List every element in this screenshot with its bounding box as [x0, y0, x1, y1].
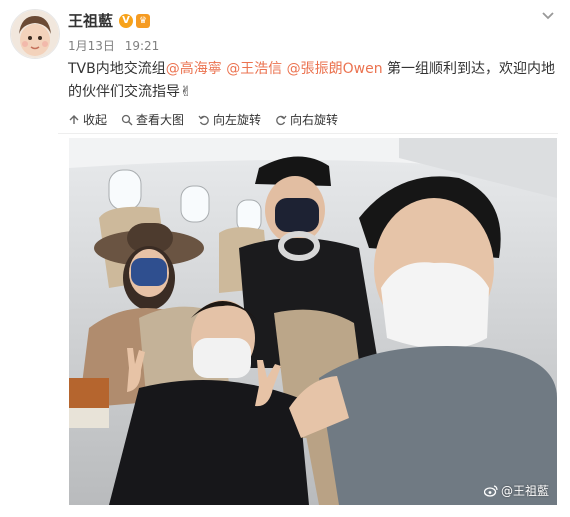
post-photo[interactable]: @王祖藍	[69, 138, 557, 505]
avatar-image	[11, 10, 59, 58]
collapse-label: 收起	[83, 113, 108, 127]
search-icon	[121, 114, 133, 125]
post-date[interactable]: 1月13日	[68, 39, 115, 53]
photo-image	[69, 138, 557, 505]
watermark: @王祖藍	[483, 482, 549, 499]
weibo-icon	[483, 484, 498, 497]
rotate-left-button[interactable]: 向左旋转	[198, 111, 261, 128]
post-text: TVB内地交流组@高海寧 @王浩信 @張振朗Owen 第一组顺利到达，欢迎内地的…	[68, 58, 556, 104]
rotate-right-label: 向右旋转	[290, 113, 339, 127]
collapse-button[interactable]: 收起	[68, 111, 107, 128]
author-name[interactable]: 王祖藍	[68, 10, 113, 31]
rotate-left-label: 向左旋转	[213, 113, 262, 127]
view-large-label: 查看大图	[136, 113, 185, 127]
rotate-left-icon	[198, 115, 209, 125]
post-author: 王祖藍 V ♛	[68, 10, 151, 31]
view-large-button[interactable]: 查看大图	[121, 111, 184, 128]
rotate-right-button[interactable]: 向右旋转	[275, 111, 338, 128]
avatar[interactable]	[10, 9, 60, 59]
post-text-lead: TVB内地交流组	[68, 61, 166, 77]
post-time[interactable]: 19:21	[125, 39, 160, 53]
watermark-text: @王祖藍	[500, 484, 549, 498]
chevron-down-icon[interactable]	[540, 8, 556, 24]
post-meta: 1月13日 19:21	[68, 37, 165, 54]
victory-emoji: ✌	[180, 84, 192, 100]
collapse-icon	[69, 114, 79, 124]
verified-badge-icon: V	[119, 13, 134, 28]
mention-link[interactable]: @高海寧	[166, 61, 222, 77]
rotate-right-icon	[276, 115, 287, 125]
mention-link[interactable]: @王浩信	[226, 61, 282, 77]
divider	[58, 133, 558, 134]
image-toolbar: 收起 查看大图 向左旋转 向右旋转	[68, 111, 338, 128]
crown-badge-icon: ♛	[136, 13, 151, 28]
mention-link[interactable]: @張振朗Owen	[287, 61, 383, 77]
